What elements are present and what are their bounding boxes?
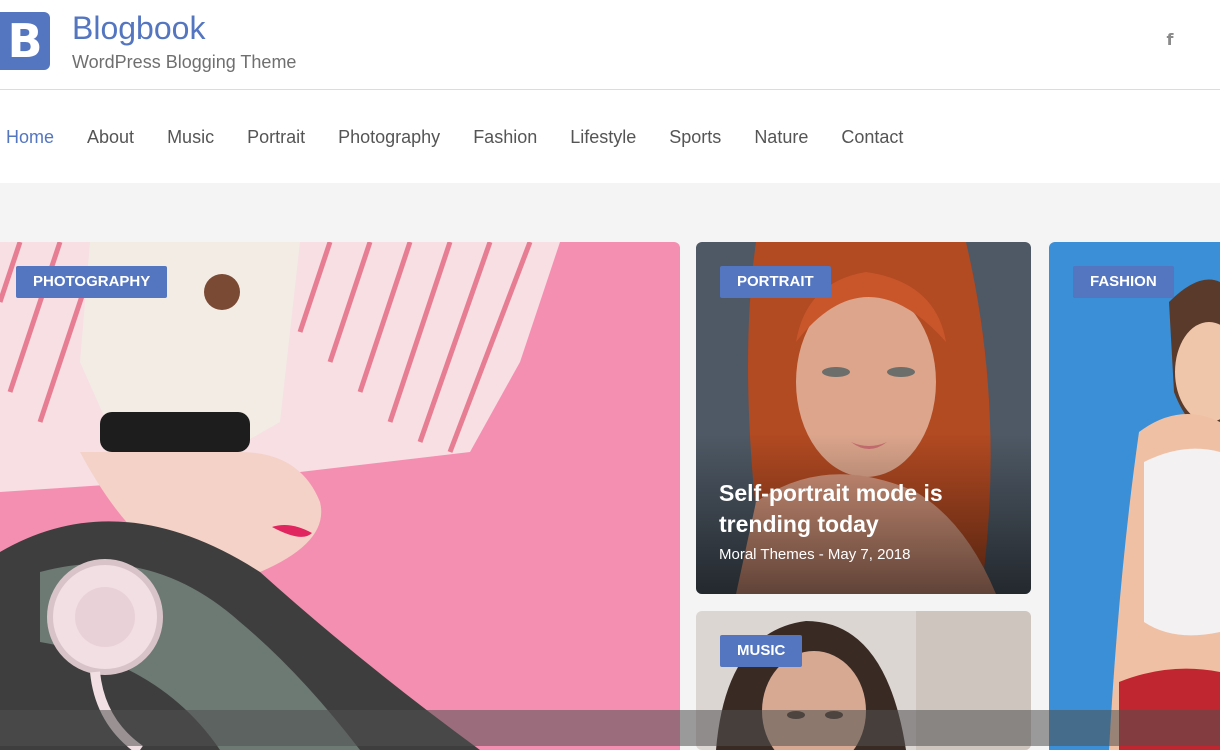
post-image-photography — [0, 242, 680, 750]
nav-list: Home About Music Portrait Photography Fa… — [0, 91, 1220, 183]
nav-item-fashion[interactable]: Fashion — [473, 127, 537, 148]
nav-item-sports[interactable]: Sports — [669, 127, 721, 148]
nav-item-photography[interactable]: Photography — [338, 127, 440, 148]
post-title[interactable]: Self-portrait mode is trending today — [719, 478, 1009, 540]
site-logo[interactable]: B — [0, 12, 50, 70]
site-header: B Blogbook WordPress Blogging Theme f — [0, 0, 1220, 90]
site-tagline: WordPress Blogging Theme — [72, 52, 297, 72]
post-image-fashion — [1049, 242, 1220, 750]
bottom-overlay-strip — [0, 710, 1220, 746]
featured-post-photography[interactable]: PHOTOGRAPHY — [0, 242, 680, 750]
nav-item-portrait[interactable]: Portrait — [247, 127, 305, 148]
nav-item-contact[interactable]: Contact — [841, 127, 903, 148]
nav-item-lifestyle[interactable]: Lifestyle — [570, 127, 636, 148]
featured-post-fashion[interactable]: FASHION — [1049, 242, 1220, 750]
nav-item-nature[interactable]: Nature — [754, 127, 808, 148]
post-meta: Moral Themes - May 7, 2018 — [719, 546, 911, 563]
facebook-icon[interactable]: f — [1160, 30, 1180, 50]
nav-item-home[interactable]: Home — [6, 127, 54, 148]
category-badge-music[interactable]: MUSIC — [720, 635, 803, 667]
category-badge-photography[interactable]: PHOTOGRAPHY — [16, 266, 168, 298]
featured-post-portrait[interactable]: PORTRAIT Self-portrait mode is trending … — [696, 242, 1031, 594]
site-title[interactable]: Blogbook — [72, 10, 205, 47]
nav-item-music[interactable]: Music — [167, 127, 214, 148]
main-navigation: Home About Music Portrait Photography Fa… — [0, 91, 1220, 183]
category-badge-fashion[interactable]: FASHION — [1073, 266, 1174, 298]
nav-item-about[interactable]: About — [87, 127, 134, 148]
category-badge-portrait[interactable]: PORTRAIT — [720, 266, 831, 298]
